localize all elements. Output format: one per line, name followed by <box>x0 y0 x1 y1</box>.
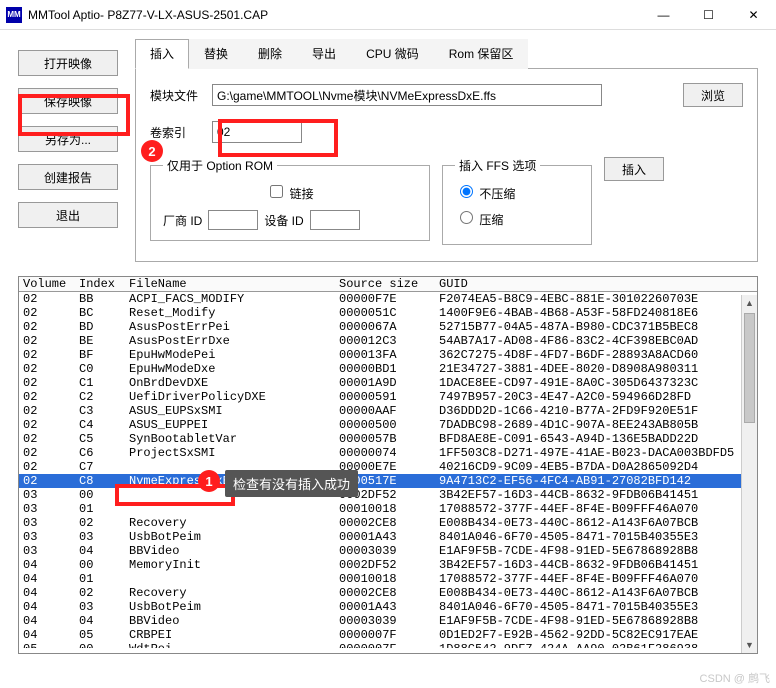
ffs-options-legend: 插入 FFS 选项 <box>455 157 540 174</box>
table-row[interactable]: 0500WdtPei0000007F1D88C542-9DF7-424A-AA9… <box>19 642 757 648</box>
scroll-down-icon[interactable]: ▼ <box>742 637 757 653</box>
tab-replace[interactable]: 替换 <box>189 39 243 69</box>
window-title: MMTool Aptio- P8Z77-V-LX-ASUS-2501.CAP <box>28 8 641 22</box>
scroll-up-icon[interactable]: ▲ <box>742 295 757 311</box>
table-row[interactable]: 02BCReset_Modify0000051C1400F9E6-4BAB-4B… <box>19 306 757 320</box>
scroll-thumb[interactable] <box>744 313 755 423</box>
exit-button[interactable]: 退出 <box>18 202 118 228</box>
vendor-id-label: 厂商 ID <box>163 212 202 229</box>
ffs-options-group: 插入 FFS 选项 不压缩 压缩 <box>442 157 592 245</box>
table-row[interactable]: 0302Recovery00002CE8E008B434-0E73-440C-8… <box>19 516 757 530</box>
col-header-filename[interactable]: FileName <box>129 277 339 291</box>
tab-delete[interactable]: 删除 <box>243 39 297 69</box>
table-row[interactable]: 0303UsbBotPeim00001A438401A046-6F70-4505… <box>19 530 757 544</box>
insert-button[interactable]: 插入 <box>604 157 664 181</box>
table-row[interactable]: 0402Recovery00002CE8E008B434-0E73-440C-8… <box>19 586 757 600</box>
col-header-guid[interactable]: GUID <box>439 277 757 291</box>
col-header-size[interactable]: Source size <box>339 277 439 291</box>
table-row[interactable]: 0404BBVideo00003039E1AF9F5B-7CDE-4F98-91… <box>19 614 757 628</box>
table-row[interactable]: 02C4ASUS_EUPPEI000005007DADBC98-2689-4D1… <box>19 418 757 432</box>
device-id-input[interactable] <box>310 210 360 230</box>
save-as-button[interactable]: 另存为... <box>18 126 118 152</box>
tab-export[interactable]: 导出 <box>297 39 351 69</box>
module-file-label: 模块文件 <box>150 87 212 104</box>
table-row[interactable]: 0403UsbBotPeim00001A438401A046-6F70-4505… <box>19 600 757 614</box>
table-row[interactable]: 02C1OnBrdDevDXE00001A9D1DACE8EE-CD97-491… <box>19 376 757 390</box>
volume-index-label: 卷索引 <box>150 124 212 141</box>
table-row[interactable]: 02C700000E7E40216CD9-9C09-4EB5-B7DA-D0A2… <box>19 460 757 474</box>
app-icon: MM <box>6 7 22 23</box>
table-row[interactable]: 02BDAsusPostErrPei0000067A52715B77-04A5-… <box>19 320 757 334</box>
module-file-input[interactable] <box>212 84 602 106</box>
create-report-button[interactable]: 创建报告 <box>18 164 118 190</box>
browse-button[interactable]: 浏览 <box>683 83 743 107</box>
col-header-volume[interactable]: Volume <box>19 277 79 291</box>
table-scrollbar[interactable]: ▲ ▼ <box>741 295 757 653</box>
window-close-button[interactable]: ✕ <box>731 0 776 30</box>
tab-cpu[interactable]: CPU 微码 <box>351 39 434 69</box>
volume-index-input[interactable] <box>212 121 302 143</box>
table-row[interactable]: 02C3ASUS_EUPSxSMI00000AAFD36DDD2D-1C66-4… <box>19 404 757 418</box>
link-checkbox[interactable]: 链接 <box>266 187 313 201</box>
window-maximize-button[interactable]: ☐ <box>686 0 731 30</box>
table-row[interactable]: 0405CRBPEI0000007F0D1ED2F7-E92B-4562-92D… <box>19 628 757 642</box>
table-row[interactable]: 02C6ProjectSxSMI000000741FF503C8-D271-49… <box>19 446 757 460</box>
table-row[interactable]: 0400MemoryInit0002DF523B42EF57-16D3-44CB… <box>19 558 757 572</box>
col-header-index[interactable]: Index <box>79 277 129 291</box>
option-rom-group: 仅用于 Option ROM 链接 厂商 ID 设备 ID <box>150 157 430 241</box>
tab-rom[interactable]: Rom 保留区 <box>434 39 529 69</box>
table-row[interactable]: 02BBACPI_FACS_MODIFY00000F7EF2074EA5-B8C… <box>19 292 757 306</box>
table-row[interactable]: 02C2UefiDriverPolicyDXE000005917497B957-… <box>19 390 757 404</box>
tab-insert[interactable]: 插入 <box>135 39 189 69</box>
open-image-button[interactable]: 打开映像 <box>18 50 118 76</box>
compress-radio[interactable]: 压缩 <box>455 213 503 227</box>
table-row[interactable]: 02C8NvmeExpressDxE0000517E9A4713C2-EF56-… <box>19 474 757 488</box>
table-row[interactable]: 02BEAsusPostErrDxe000012C354AB7A17-AD08-… <box>19 334 757 348</box>
table-row[interactable]: 02C5SynBootabletVar0000057BBFD8AE8E-C091… <box>19 432 757 446</box>
table-row[interactable]: 02C0EpuHwModeDxe00000BD121E34727-3881-4D… <box>19 362 757 376</box>
table-row[interactable]: 03000002DF523B42EF57-16D3-44CB-8632-9FDB… <box>19 488 757 502</box>
window-minimize-button[interactable]: — <box>641 0 686 30</box>
no-compress-radio[interactable]: 不压缩 <box>455 187 515 201</box>
table-row[interactable]: 03010001001817088572-377F-44EF-8F4E-B09F… <box>19 502 757 516</box>
vendor-id-input[interactable] <box>208 210 258 230</box>
table-row[interactable]: 04010001001817088572-377F-44EF-8F4E-B09F… <box>19 572 757 586</box>
device-id-label: 设备 ID <box>264 212 303 229</box>
module-table: Volume Index FileName Source size GUID 0… <box>18 276 758 654</box>
save-image-button[interactable]: 保存映像 <box>18 88 118 114</box>
table-row[interactable]: 02BFEpuHwModePei000013FA362C7275-4D8F-4F… <box>19 348 757 362</box>
option-rom-legend: 仅用于 Option ROM <box>163 157 277 174</box>
watermark: CSDN @ 鹧飞 <box>700 670 770 686</box>
table-row[interactable]: 0304BBVideo00003039E1AF9F5B-7CDE-4F98-91… <box>19 544 757 558</box>
